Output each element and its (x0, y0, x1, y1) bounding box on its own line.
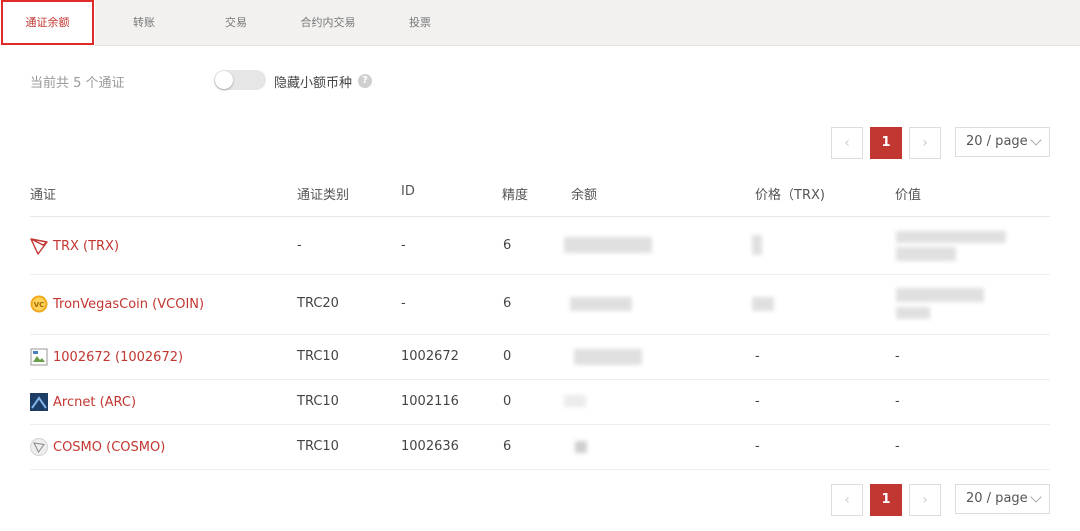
value-redacted (896, 307, 930, 319)
token-precision: 6 (503, 439, 512, 454)
current-page-button[interactable]: 1 (870, 484, 902, 516)
token-link[interactable]: VC TronVegasCoin (VCOIN) (30, 295, 204, 313)
token-type: TRC10 (297, 439, 339, 454)
next-page-button[interactable]: › (909, 127, 941, 159)
token-type: - (297, 238, 302, 253)
arcnet-logo-icon (30, 393, 48, 411)
value-redacted (896, 288, 984, 302)
vcoin-logo-icon: VC (30, 295, 48, 313)
token-name: 1002672 (1002672) (53, 349, 184, 365)
balance-redacted (575, 441, 587, 453)
table-row: COSMO (COSMO) TRC10 1002636 6 - - (30, 425, 1050, 470)
token-link[interactable]: Arcnet (ARC) (30, 393, 136, 411)
table-row: TRX (TRX) - - 6 (30, 217, 1050, 275)
pagination-bottom: ‹ 1 › 20 / page (831, 484, 1051, 516)
hide-small-balance-label: 隐藏小额币种 (274, 76, 353, 91)
token-name: TronVegasCoin (VCOIN) (53, 296, 205, 312)
col-id: ID (401, 184, 415, 199)
value-redacted (896, 231, 1006, 243)
token-price: - (755, 439, 760, 454)
col-token: 通证 (30, 188, 57, 203)
token-type: TRC10 (297, 349, 339, 364)
token-id: - (401, 238, 406, 253)
col-price: 价格（TRX) (755, 188, 825, 203)
token-id: 1002636 (401, 439, 459, 454)
token-value: - (895, 394, 900, 409)
token-count-summary: 当前共 5 个通证 (30, 76, 125, 91)
toggle-knob (215, 71, 233, 89)
svg-text:VC: VC (34, 301, 45, 309)
tab-votes[interactable]: 投票 (378, 0, 462, 46)
col-value: 价值 (895, 188, 922, 203)
table-row: 1002672 (1002672) TRC10 1002672 0 - - (30, 335, 1050, 380)
balance-redacted (564, 237, 652, 253)
token-id: 1002672 (401, 349, 459, 364)
table-row: VC TronVegasCoin (VCOIN) TRC20 - 6 (30, 275, 1050, 335)
chevron-down-icon (1030, 491, 1042, 503)
tab-internal-transactions[interactable]: 合约内交易 (280, 0, 376, 46)
col-balance: 余额 (571, 188, 598, 203)
token-balance-page: 通证余额 转账 交易 合约内交易 投票 当前共 5 个通证 隐藏小额币种 ? ‹… (0, 0, 1080, 531)
trx-logo-icon (30, 237, 48, 255)
token-panel: 当前共 5 个通证 隐藏小额币种 ? ‹ 1 › 20 / page 通证 通证… (0, 46, 1080, 531)
token-name: TRX (TRX) (53, 238, 120, 254)
current-page-button[interactable]: 1 (870, 127, 902, 159)
price-redacted (752, 297, 774, 311)
token-price: - (755, 349, 760, 364)
token-value: - (895, 349, 900, 364)
cosmo-logo-icon (30, 438, 48, 456)
token-type: TRC10 (297, 394, 339, 409)
token-precision: 6 (503, 238, 512, 253)
token-type: TRC20 (297, 296, 339, 311)
tab-transfers[interactable]: 转账 (100, 0, 188, 46)
prev-page-button[interactable]: ‹ (831, 484, 863, 516)
tab-token-balance[interactable]: 通证余额 (0, 0, 95, 46)
token-id: 1002116 (401, 394, 459, 409)
prev-page-button[interactable]: ‹ (831, 127, 863, 159)
token-link[interactable]: 1002672 (1002672) (30, 348, 183, 366)
page-size-select[interactable]: 20 / page (955, 127, 1050, 157)
page-size-value: 20 / page (966, 134, 1028, 149)
balance-redacted (570, 297, 632, 311)
token-link[interactable]: COSMO (COSMO) (30, 438, 165, 456)
balance-redacted (574, 349, 642, 365)
balance-redacted (564, 395, 586, 407)
token-id: - (401, 296, 406, 311)
token-value: - (895, 439, 900, 454)
broken-image-icon (30, 348, 48, 366)
token-precision: 0 (503, 349, 512, 364)
token-link[interactable]: TRX (TRX) (30, 237, 119, 255)
value-redacted (896, 247, 956, 261)
table-header: 通证 通证类别 ID 精度 余额 价格（TRX) 价值 (30, 184, 1050, 217)
token-name: Arcnet (ARC) (53, 394, 137, 410)
token-precision: 0 (503, 394, 512, 409)
tab-transactions[interactable]: 交易 (192, 0, 280, 46)
chevron-down-icon (1030, 134, 1042, 146)
table-row: Arcnet (ARC) TRC10 1002116 0 - - (30, 380, 1050, 425)
pagination-top: ‹ 1 › 20 / page (831, 127, 1051, 159)
token-price: - (755, 394, 760, 409)
tab-bar: 通证余额 转账 交易 合约内交易 投票 (0, 0, 1080, 46)
help-icon[interactable]: ? (358, 74, 372, 88)
next-page-button[interactable]: › (909, 484, 941, 516)
token-precision: 6 (503, 296, 512, 311)
col-token-type: 通证类别 (297, 188, 350, 203)
price-redacted (752, 235, 762, 255)
hide-small-balance-toggle[interactable] (214, 70, 266, 90)
page-size-select[interactable]: 20 / page (955, 484, 1050, 514)
col-precision: 精度 (502, 188, 529, 203)
page-size-value: 20 / page (966, 491, 1028, 506)
token-name: COSMO (COSMO) (53, 439, 166, 455)
